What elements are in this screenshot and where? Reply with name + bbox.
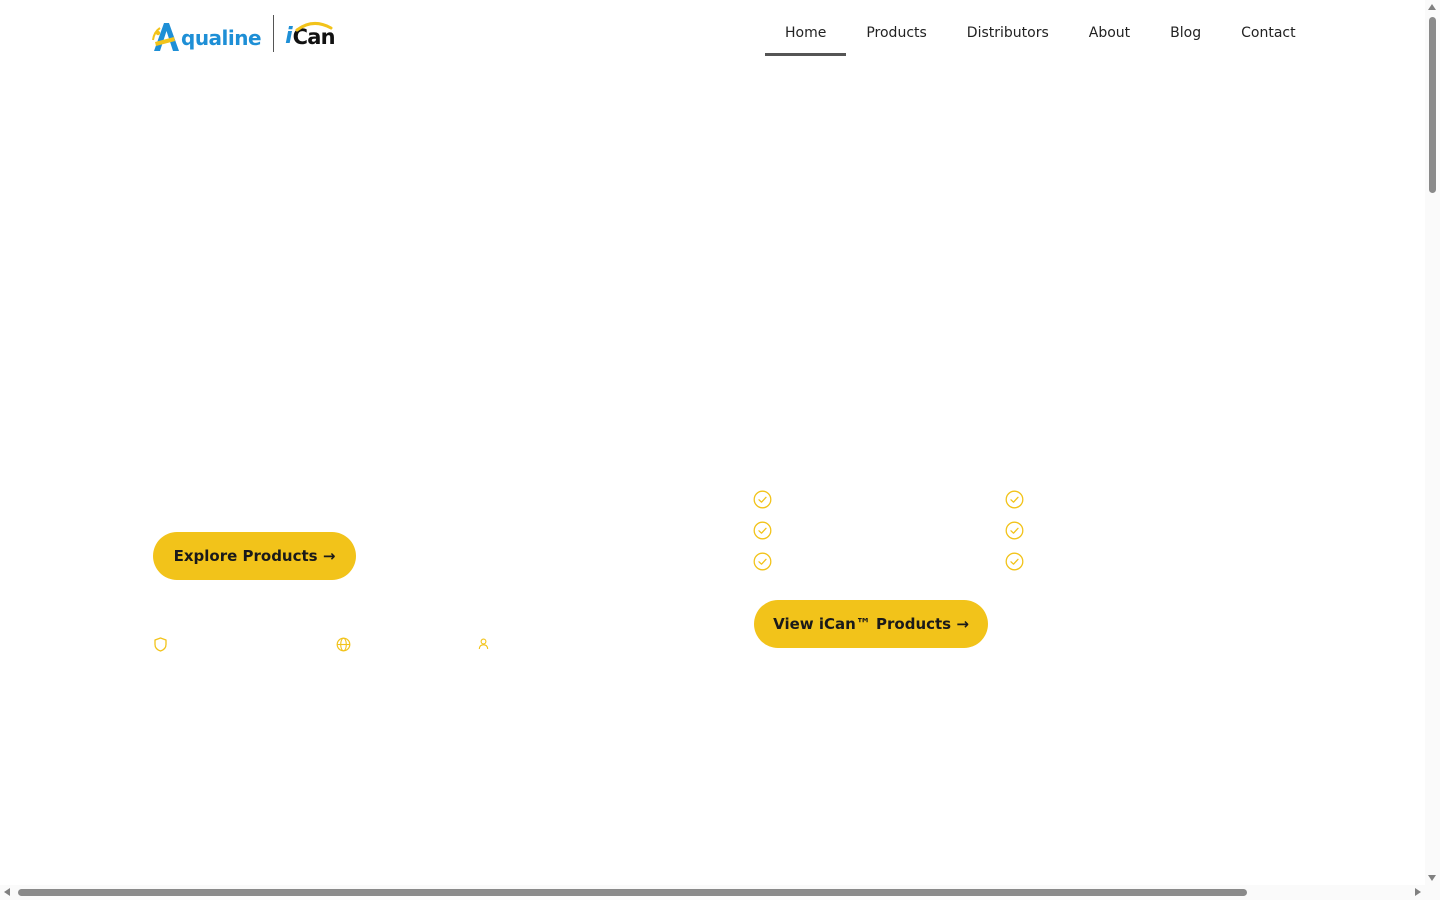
globe-icon [336,637,351,652]
vertical-scroll-thumb[interactable] [1429,17,1436,193]
aqualine-wordmark: qualine [181,26,262,50]
nav-home[interactable]: Home [765,10,847,56]
nav-distributors[interactable]: Distributors [947,10,1069,56]
check-circle-icon [753,490,772,509]
nav-about[interactable]: About [1069,10,1150,56]
main-nav: Home Products Distributors About Blog Co… [765,10,1316,56]
check-circle-icon [1005,490,1024,509]
horizontal-scroll-thumb[interactable] [18,889,1247,896]
view-ican-products-button[interactable]: View iCan™ Products → [754,600,988,648]
ican-wordmark-i: i [285,24,293,49]
check-circle-icon [753,521,772,540]
scroll-right-arrow-icon[interactable] [1415,888,1421,896]
aqualine-logo[interactable]: qualine [152,14,262,52]
check-circle-icon [1005,521,1024,540]
explore-products-button[interactable]: Explore Products → [153,532,356,580]
shield-icon [154,637,167,652]
brand-logos[interactable]: qualine i Can [152,14,336,52]
nav-contact[interactable]: Contact [1221,10,1315,56]
user-icon [478,638,489,650]
scroll-up-arrow-icon[interactable] [1428,4,1436,10]
check-circle-icon [1005,552,1024,571]
aqualine-a-mark-icon [152,23,179,51]
nav-blog[interactable]: Blog [1150,10,1221,56]
scroll-left-arrow-icon[interactable] [4,888,10,896]
ican-swoosh-icon [295,22,333,32]
scrollbar-corner [1425,885,1440,900]
page: qualine i Can Home Products Distributors… [0,0,1440,900]
horizontal-scrollbar[interactable] [0,885,1425,900]
check-circle-icon [753,552,772,571]
scroll-down-arrow-icon[interactable] [1428,875,1436,881]
nav-products[interactable]: Products [846,10,946,56]
logo-divider [273,14,275,52]
vertical-scrollbar[interactable] [1425,0,1440,885]
ican-logo[interactable]: i Can [285,14,336,52]
